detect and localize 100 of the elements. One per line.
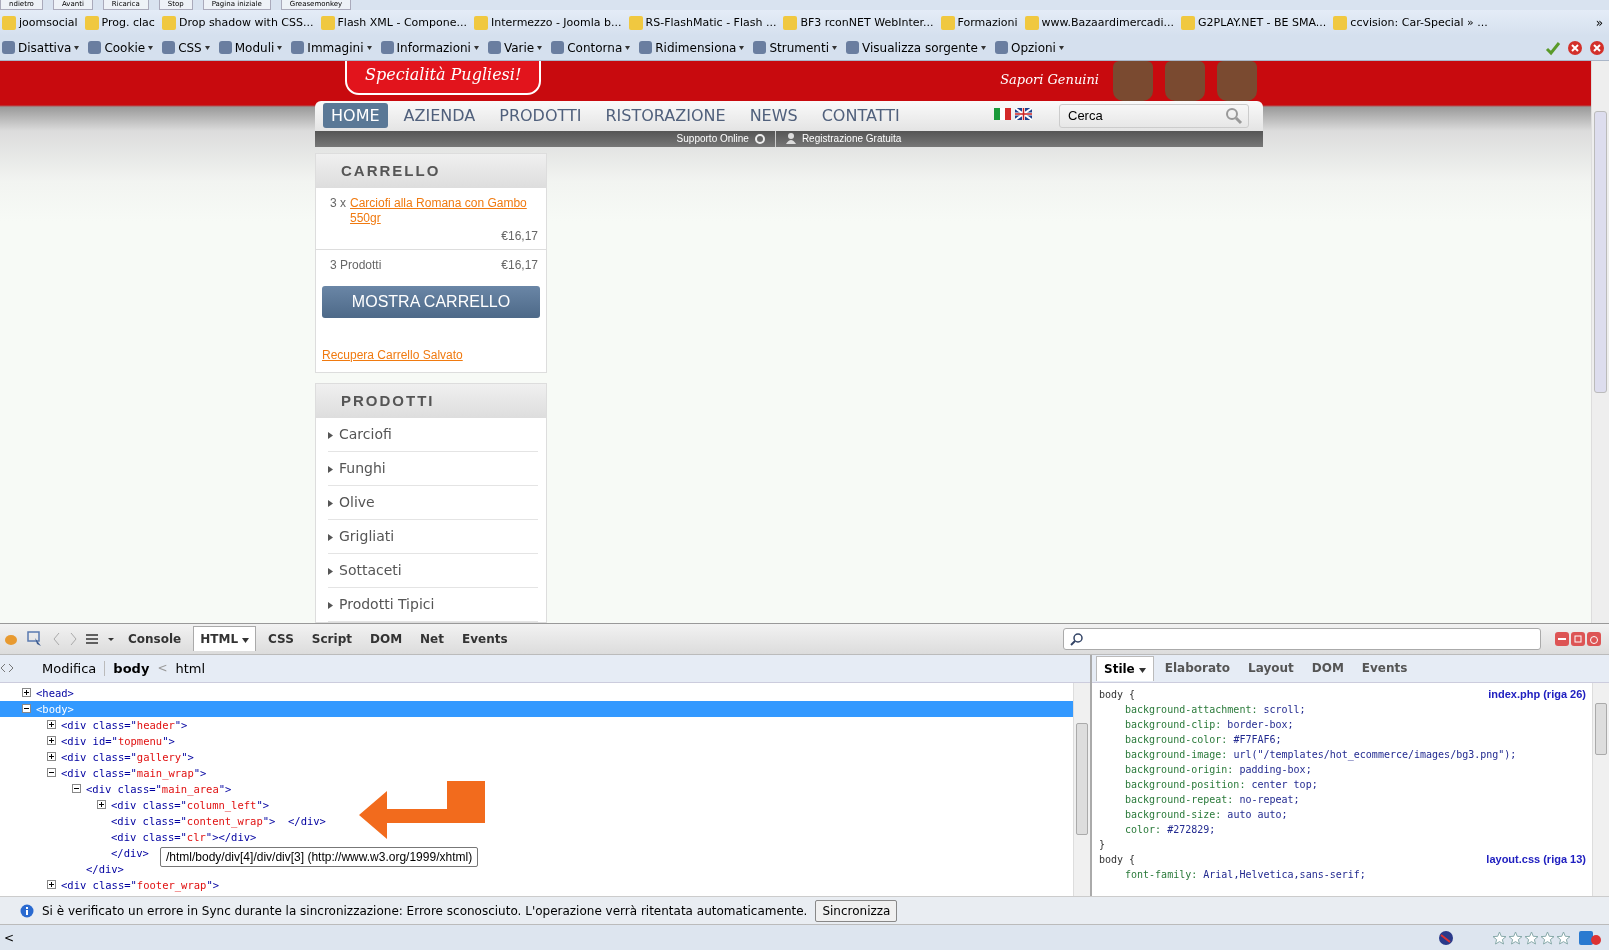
site-logo[interactable]: Specialità Pugliesi!	[345, 60, 542, 95]
bookmark-link[interactable]: Drop shadow with CSS...	[161, 15, 314, 30]
star-icon[interactable]	[1556, 930, 1571, 945]
toolbar-menu[interactable]: Disattiva	[2, 40, 80, 55]
search-field[interactable]: Cerca	[1059, 103, 1249, 128]
rating-stars[interactable]	[1492, 930, 1571, 945]
minimize-icon[interactable]	[1555, 631, 1569, 646]
bookmark-link[interactable]: Formazioni	[940, 15, 1018, 30]
scrollbar[interactable]	[1592, 682, 1609, 897]
toolbar-menu[interactable]: Strumenti	[753, 40, 837, 55]
panel-tab[interactable]: Events	[1354, 656, 1415, 681]
css-property[interactable]: background-color: #F7FAF6;	[1099, 731, 1592, 747]
category-link[interactable]: Olive	[328, 485, 538, 520]
bookmark-link[interactable]: joomsocial	[2, 15, 78, 30]
uk-flag-icon[interactable]	[1015, 107, 1032, 120]
html-node[interactable]: <head>	[36, 686, 74, 699]
css-property[interactable]: color: #272829;	[1099, 821, 1592, 837]
bookmark-link[interactable]: ccvision: Car-Special » ...	[1333, 15, 1488, 30]
breadcrumb-item[interactable]: html	[175, 660, 206, 676]
star-icon[interactable]	[1492, 930, 1507, 945]
support-link[interactable]: Supporto Online	[676, 133, 749, 145]
edit-button[interactable]: Modifica	[22, 660, 106, 676]
expand-toggle[interactable]	[22, 704, 31, 714]
inspect-icon[interactable]	[26, 629, 44, 648]
register-link[interactable]: Registrazione Gratuita	[801, 133, 902, 145]
sync-button[interactable]: Sincronizza	[815, 899, 898, 922]
source-link[interactable]: index.php (riga 26)	[1488, 686, 1586, 702]
breadcrumb-item[interactable]: body	[113, 660, 150, 676]
css-property[interactable]: background-origin: padding-box;	[1099, 761, 1592, 777]
bookmark-link[interactable]: www.Bazaardimercadi...	[1024, 15, 1174, 30]
panel-tab[interactable]: DOM	[1304, 656, 1351, 681]
devtools-tab[interactable]: Events	[456, 626, 514, 651]
source-link[interactable]: layout.css (riga 13)	[1486, 851, 1586, 867]
toolbar-menu[interactable]: Visualizza sorgente	[846, 40, 986, 55]
devtools-tab[interactable]: Console	[122, 626, 188, 651]
star-icon[interactable]	[1524, 930, 1539, 945]
css-property[interactable]: background-size: auto auto;	[1099, 806, 1592, 822]
addon-icon[interactable]	[1579, 930, 1601, 945]
expand-toggle[interactable]	[47, 736, 56, 746]
close-icon[interactable]	[1567, 39, 1583, 56]
css-property[interactable]: background-attachment: scroll;	[1099, 701, 1592, 717]
bookmark-link[interactable]: Prog. clac	[84, 15, 155, 30]
panel-tab[interactable]: Layout	[1241, 656, 1301, 681]
html-node[interactable]: <div class="clr"></div>	[111, 830, 257, 843]
toolbar-menu[interactable]: Cookie	[88, 40, 154, 55]
category-link[interactable]: Carciofi	[328, 417, 538, 452]
detach-icon[interactable]	[1571, 631, 1585, 646]
category-link[interactable]: Prodotti Tipici	[328, 587, 538, 622]
devtools-tab[interactable]: DOM	[363, 626, 409, 651]
toolbar-menu[interactable]: Informazioni	[380, 40, 479, 55]
italian-flag-icon[interactable]	[994, 107, 1011, 120]
checkmark-icon[interactable]	[1545, 39, 1561, 56]
css-property[interactable]: background-image: url("/templates/hot_ecommerce/images/bg3.png");	[1099, 746, 1592, 762]
power-icon[interactable]	[1587, 631, 1601, 646]
close-icon[interactable]	[1589, 39, 1605, 56]
toolbar-menu[interactable]: Immagini	[291, 40, 372, 55]
toolbar-menu[interactable]: Opzioni	[994, 40, 1064, 55]
html-node[interactable]: <div class="gallery">	[61, 750, 194, 763]
expand-toggle[interactable]	[97, 800, 106, 810]
scrollbar[interactable]	[1073, 682, 1090, 897]
more-bookmarks-button[interactable]: »	[1595, 15, 1609, 30]
star-icon[interactable]	[1540, 930, 1555, 945]
menu-item[interactable]: NEWS	[741, 103, 806, 129]
expand-toggle[interactable]	[47, 752, 56, 762]
expand-toggle[interactable]	[22, 688, 31, 698]
html-node[interactable]: <div class="main_wrap">	[61, 766, 207, 779]
bookmark-link[interactable]: Flash XML - Compone...	[320, 15, 467, 30]
expand-toggle[interactable]	[47, 720, 56, 730]
menu-item[interactable]: RISTORAZIONE	[597, 103, 734, 129]
expand-toggle[interactable]	[72, 784, 81, 794]
html-node[interactable]: <div class="main_area">	[86, 782, 232, 795]
menu-item[interactable]: CONTATTI	[813, 103, 908, 129]
html-node[interactable]: <div id="topmenu">	[61, 734, 175, 747]
scrollbar[interactable]	[1591, 60, 1609, 623]
bookmark-link[interactable]: BF3 rconNET WebInter...	[783, 15, 934, 30]
category-link[interactable]: Funghi	[328, 451, 538, 486]
devtools-tab[interactable]: CSS	[262, 626, 300, 651]
toolbar-menu[interactable]: Moduli	[218, 40, 283, 55]
devtools-tab[interactable]: Script	[305, 626, 358, 651]
category-link[interactable]: Grigliati	[328, 519, 538, 554]
toolbar-menu[interactable]: Contorna	[551, 40, 631, 55]
category-link[interactable]: Sottaceti	[328, 553, 538, 588]
css-property[interactable]: background-position: center top;	[1099, 776, 1592, 792]
toolbar-menu[interactable]: Ridimensiona	[639, 40, 745, 55]
star-icon[interactable]	[1508, 930, 1523, 945]
bookmark-link[interactable]: G2PLAY.NET - BE SMA...	[1181, 15, 1327, 30]
bookmark-link[interactable]: Intermezzo - Joomla b...	[474, 15, 622, 30]
toolbar-menu[interactable]: CSS	[162, 40, 210, 55]
show-cart-button[interactable]: MOSTRA CARRELLO	[322, 285, 540, 318]
panel-tab[interactable]: Elaborato	[1157, 656, 1237, 681]
css-property[interactable]: background-repeat: no-repeat;	[1099, 791, 1592, 807]
expand-toggle[interactable]	[47, 880, 56, 890]
bookmark-link[interactable]: RS-FlashMatic - Flash ...	[628, 15, 777, 30]
status-arrow[interactable]: <	[0, 930, 15, 945]
menu-item[interactable]: HOME	[323, 103, 388, 129]
css-property[interactable]: background-clip: border-box;	[1099, 716, 1592, 732]
html-node[interactable]: <div class="column_left">	[111, 798, 270, 811]
search-field[interactable]	[1063, 627, 1541, 650]
html-node[interactable]: <div class="header">	[61, 718, 188, 731]
menu-item[interactable]: AZIENDA	[395, 103, 484, 129]
